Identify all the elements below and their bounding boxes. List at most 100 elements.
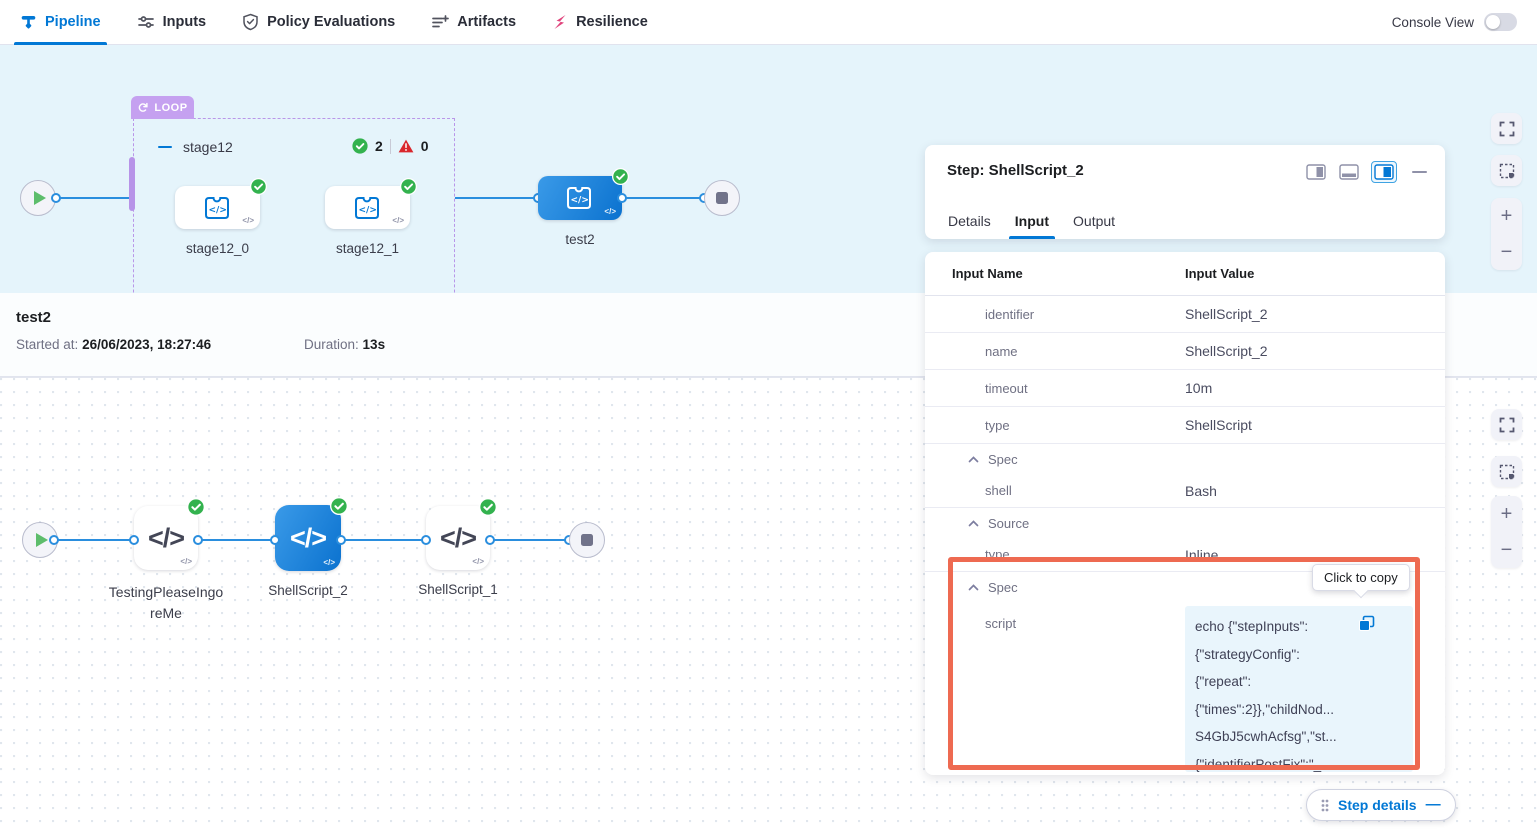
layout-float-panel-icon[interactable] (1371, 161, 1397, 183)
loop-badge-label: LOOP (154, 102, 187, 114)
panel-tabs: Details Input Output (948, 202, 1115, 239)
collapse-stage-icon[interactable] (158, 146, 172, 149)
chevron-up-icon[interactable] (968, 520, 979, 527)
list-plus-icon (431, 14, 449, 30)
marquee-select-button[interactable] (1491, 155, 1522, 186)
shell-script-icon: </> (290, 523, 326, 554)
edge-connector (485, 535, 495, 545)
step-node-label: TestingPleaseIngoreMe (107, 582, 225, 624)
input-name: name (925, 344, 1185, 359)
marquee-select-button[interactable] (1491, 456, 1522, 487)
step-node-stage12-1[interactable]: </> </> stage12_1 (325, 186, 410, 229)
panel-layout-controls (1305, 161, 1427, 183)
tab-policy-evaluations-label: Policy Evaluations (267, 14, 395, 30)
tab-inputs-label: Inputs (163, 14, 207, 30)
layout-right-panel-icon[interactable] (1305, 163, 1327, 181)
zoom-controls: + − (1491, 198, 1522, 270)
edge-connector (49, 535, 59, 545)
section-label: Source (988, 516, 1029, 531)
edge-connector (617, 193, 627, 203)
tab-policy-evaluations[interactable]: Policy Evaluations (242, 0, 395, 45)
layout-bottom-panel-icon[interactable] (1338, 163, 1360, 181)
zoom-in-button[interactable]: + (1491, 198, 1522, 234)
step-node-shellscript-1[interactable]: </> </> ShellScript_1 (426, 506, 490, 570)
edge-segment (490, 539, 570, 541)
tab-input-label: Input (1015, 213, 1049, 229)
input-value: Bash (1185, 483, 1445, 499)
duration-label: Duration: (304, 337, 359, 352)
toggle-knob (1486, 15, 1500, 29)
tab-details[interactable]: Details (948, 202, 991, 239)
section-spec: Spec (925, 444, 1445, 474)
success-check-icon (187, 498, 205, 516)
step-node-testingpleaseingoreme[interactable]: </> </> TestingPleaseIngoreMe (134, 506, 198, 570)
step-end-node[interactable] (569, 522, 605, 558)
stage-node-test2[interactable]: </> </> test2 (538, 176, 622, 220)
tab-inputs[interactable]: Inputs (137, 0, 207, 45)
edge-segment (198, 539, 275, 541)
table-row: name ShellScript_2 (925, 333, 1445, 370)
fullscreen-button[interactable] (1491, 113, 1522, 144)
input-name: timeout (925, 381, 1185, 396)
stage-name: stage12 (183, 139, 233, 155)
warning-badge-icon (398, 139, 414, 153)
step-group-icon: </> (350, 194, 386, 222)
input-value: ShellScript_2 (1185, 343, 1445, 359)
script-line: {"identifierPostFix":"_... (1195, 751, 1403, 773)
duration-value: 13s (363, 337, 386, 352)
shell-type-mini-icon: </> (323, 558, 335, 567)
stop-icon (581, 534, 593, 546)
zoom-out-button[interactable]: − (1491, 234, 1522, 270)
edge-connector (270, 535, 280, 545)
script-row: script echo {"stepInputs": {"strategyCon… (925, 602, 1445, 772)
table-row: identifier ShellScript_2 (925, 296, 1445, 333)
tab-artifacts[interactable]: Artifacts (431, 0, 516, 45)
console-view-toggle[interactable] (1484, 13, 1517, 31)
success-check-icon (400, 178, 417, 195)
chevron-up-icon[interactable] (968, 584, 979, 591)
svg-text:</>: </> (358, 205, 376, 215)
tab-pipeline[interactable]: Pipeline (20, 0, 101, 45)
section-label: Spec (988, 452, 1018, 467)
minimize-panel-icon[interactable] (1412, 171, 1427, 173)
execution-title: test2 (16, 309, 51, 326)
shield-check-icon (242, 13, 259, 31)
stage-header: stage12 (158, 139, 233, 155)
shell-type-mini-icon: </> (604, 207, 616, 216)
table-row: type ShellScript (925, 407, 1445, 444)
input-value: ShellScript_2 (1185, 306, 1445, 322)
shell-type-mini-icon: </> (472, 557, 484, 566)
zoom-out-button[interactable]: − (1491, 532, 1522, 568)
step-node-shellscript-2[interactable]: </> </> ShellScript_2 (275, 505, 341, 571)
copy-tooltip: Click to copy (1312, 564, 1410, 591)
step-panel-header: Step: ShellScript_2 Details Input Output (925, 145, 1445, 239)
loop-icon (137, 102, 149, 113)
tab-output[interactable]: Output (1073, 202, 1115, 239)
edge-connector (193, 535, 203, 545)
step-node-stage12-0[interactable]: </> </> stage12_0 (175, 186, 260, 229)
script-line: {"repeat": (1195, 668, 1403, 696)
tab-resilience[interactable]: Resilience (552, 0, 648, 45)
input-name: type (925, 547, 1185, 562)
stage-end-node[interactable] (704, 180, 740, 216)
step-input-table: Input Name Input Value identifier ShellS… (925, 252, 1445, 775)
chevron-up-icon[interactable] (968, 456, 979, 463)
copy-icon[interactable] (1358, 615, 1375, 632)
script-value-box[interactable]: echo {"stepInputs": {"strategyConfig": {… (1185, 606, 1413, 772)
loop-badge: LOOP (131, 96, 194, 119)
collapse-step-details-icon: — (1426, 796, 1441, 813)
success-check-icon (479, 498, 497, 516)
zoom-in-button[interactable]: + (1491, 496, 1522, 532)
tab-input[interactable]: Input (1015, 202, 1049, 239)
active-panel-tab-underline (1009, 236, 1055, 239)
console-view-label: Console View (1392, 15, 1474, 30)
fullscreen-button[interactable] (1491, 409, 1522, 440)
section-source: Source (925, 508, 1445, 538)
step-details-button[interactable]: Step details — (1306, 789, 1456, 821)
loop-entry-marker (129, 157, 135, 211)
input-name: script (925, 606, 1185, 772)
input-value: Inline (1185, 547, 1445, 563)
success-check-icon (250, 178, 267, 195)
stage-node-label: test2 (565, 232, 594, 247)
step-group-icon: </> (562, 184, 598, 212)
